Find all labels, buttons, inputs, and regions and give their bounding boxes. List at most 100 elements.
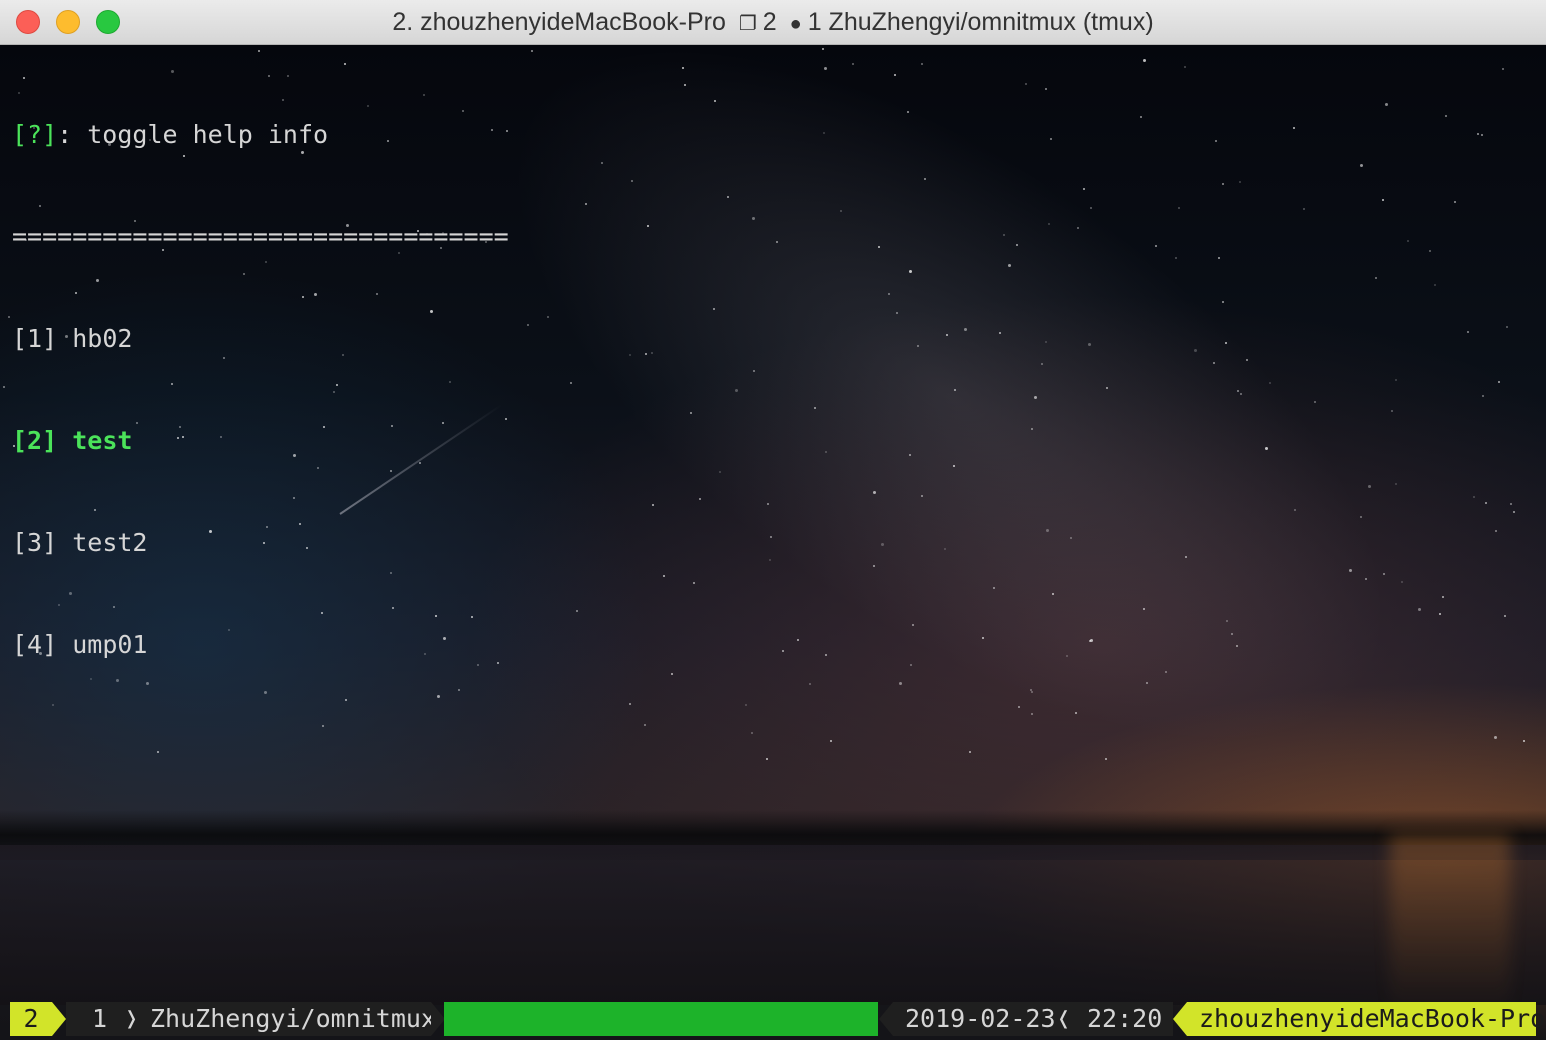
star <box>8 316 10 318</box>
star <box>878 246 880 248</box>
star <box>797 639 799 641</box>
star <box>699 498 701 500</box>
star <box>1155 245 1157 247</box>
star <box>1236 645 1238 647</box>
star <box>663 575 665 577</box>
star <box>1231 633 1233 635</box>
star <box>570 382 572 384</box>
star <box>1045 341 1047 343</box>
star <box>924 178 926 180</box>
star <box>1439 613 1441 615</box>
star <box>824 67 827 70</box>
star <box>1090 639 1093 642</box>
star <box>809 683 811 685</box>
star <box>1066 655 1068 657</box>
star <box>1498 381 1500 383</box>
session-item[interactable]: [1] hb02 <box>12 322 509 356</box>
star <box>993 587 995 589</box>
star <box>157 751 159 753</box>
session-item-selected[interactable]: [2] test <box>12 424 509 458</box>
star <box>1031 713 1033 715</box>
title-bar[interactable]: 2. zhouzhenyideMacBook-Pro ❐ 2 ● 1 ZhuZhen… <box>0 0 1546 45</box>
status-window-name: ZhuZhengyi/omnitmux <box>150 1004 436 1033</box>
star <box>921 495 923 497</box>
star <box>1175 257 1177 259</box>
star <box>1473 496 1475 498</box>
star <box>1215 140 1217 142</box>
status-datetime: 2019-02-23 ❬ 22:20 <box>893 1002 1173 1036</box>
powerline-arrow-left-icon <box>879 1002 893 1036</box>
star <box>1401 581 1403 583</box>
star <box>1143 608 1145 610</box>
star <box>825 654 827 656</box>
star <box>1083 188 1085 190</box>
star <box>751 732 753 734</box>
session-index: [2] <box>12 426 58 455</box>
star <box>1368 485 1371 488</box>
separator-line: ================================= <box>12 222 509 251</box>
star <box>719 471 721 473</box>
star <box>1485 502 1487 504</box>
star <box>1407 240 1409 242</box>
star <box>767 503 769 505</box>
star <box>1502 68 1504 70</box>
status-time: 22:20 <box>1087 1004 1163 1033</box>
star <box>1513 511 1515 513</box>
star <box>776 241 778 243</box>
status-session-number[interactable]: 2 <box>10 1002 52 1036</box>
star <box>601 162 603 164</box>
star <box>910 664 912 666</box>
star <box>917 345 919 347</box>
star <box>1445 115 1447 117</box>
star <box>766 758 768 760</box>
session-name: hb02 <box>72 324 133 353</box>
status-window-tab[interactable]: 1 ❭ ZhuZhengyi/omnitmux <box>66 1002 436 1036</box>
star <box>1434 284 1436 286</box>
star <box>547 316 549 318</box>
star <box>954 389 956 391</box>
star <box>1031 691 1033 693</box>
star <box>745 704 747 706</box>
session-item[interactable]: [4] ump01 <box>12 628 509 662</box>
window-title: 2. zhouzhenyideMacBook-Pro ❐ 2 ● 1 ZhuZhen… <box>0 0 1546 45</box>
star <box>1495 530 1497 532</box>
star <box>909 270 912 273</box>
session-name: test <box>72 426 133 455</box>
star <box>1510 503 1512 505</box>
status-date: 2019-02-23 <box>905 1004 1056 1033</box>
status-fill <box>444 1002 878 1036</box>
star <box>752 217 755 220</box>
star <box>727 196 729 198</box>
star <box>1070 537 1072 539</box>
star <box>1194 349 1197 352</box>
star <box>1140 116 1142 118</box>
star <box>881 543 884 546</box>
session-item[interactable]: [3] test2 <box>12 526 509 560</box>
star <box>825 451 827 453</box>
status-hostname: zhouzhenyideMacBook-Pro <box>1187 1002 1545 1036</box>
star <box>1385 103 1388 106</box>
star <box>1477 133 1479 135</box>
star <box>1226 620 1228 622</box>
star <box>1294 509 1296 511</box>
star <box>1418 608 1421 611</box>
star <box>713 308 715 310</box>
star <box>647 225 649 227</box>
star <box>527 324 529 326</box>
title-host: 2. zhouzhenyideMacBook-Pro <box>392 8 726 36</box>
terminal-pane[interactable]: [?]: toggle help info ==================… <box>0 45 1546 1040</box>
help-key[interactable]: [?] <box>12 120 57 149</box>
star <box>1506 326 1508 328</box>
star <box>1218 257 1220 259</box>
star <box>909 454 911 456</box>
star <box>894 74 896 76</box>
chevron-left-icon: ❬ <box>1056 1004 1072 1033</box>
powerline-arrow-right-icon <box>431 1002 445 1036</box>
star <box>1146 682 1148 684</box>
star <box>576 610 578 612</box>
star <box>770 536 772 538</box>
star <box>1185 556 1187 558</box>
star <box>671 673 673 675</box>
star <box>629 354 631 356</box>
star <box>946 334 948 336</box>
